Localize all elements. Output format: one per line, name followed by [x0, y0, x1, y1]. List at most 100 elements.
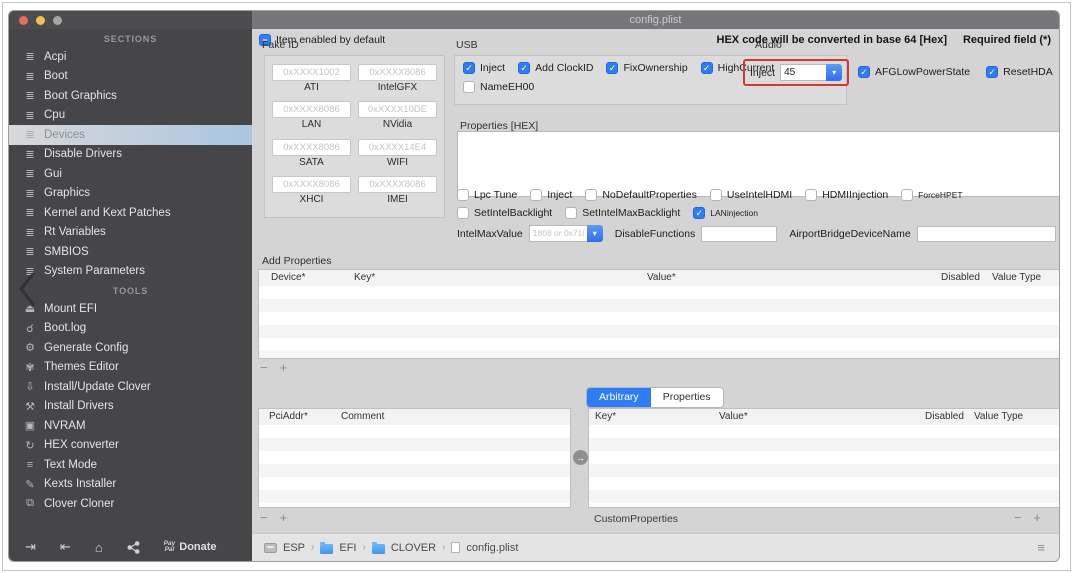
tool-item-generate-config[interactable]: ⚙ Generate Config — [9, 338, 252, 358]
table-body[interactable] — [259, 286, 1059, 358]
add-row-button[interactable]: + — [280, 361, 288, 374]
intelgfx-input[interactable] — [358, 64, 437, 81]
no-default-properties-checkbox[interactable]: NoDefaultProperties — [585, 189, 697, 201]
tool-item-themes-editor[interactable]: ✾ Themes Editor — [9, 358, 252, 378]
checkbox-label: Inject — [480, 62, 506, 74]
tool-item-install-update-clover[interactable]: ⇩ Install/Update Clover — [9, 377, 252, 397]
tool-item-install-drivers[interactable]: ⚒ Install Drivers — [9, 397, 252, 417]
minimize-window-button[interactable] — [36, 15, 45, 25]
sidebar-item-graphics[interactable]: ≣ Graphics — [9, 184, 252, 204]
field-label: IntelGFX — [377, 82, 418, 93]
breadcrumb-item-efi[interactable]: EFI — [339, 542, 356, 554]
add-clockid-checkbox[interactable]: Add ClockID — [518, 62, 593, 74]
hdmi-injection-checkbox[interactable]: HDMIInjection — [805, 189, 888, 201]
nvidia-input[interactable] — [358, 101, 437, 119]
lan-injection-checkbox[interactable]: LANinjection — [693, 207, 758, 219]
menu-icon[interactable]: ≡ — [1037, 540, 1045, 555]
device-inject-checkbox[interactable]: Inject — [530, 189, 572, 201]
add-properties-table[interactable]: Device* Key* Value* Disabled Value Type — [258, 269, 1059, 359]
checkbox-icon — [565, 207, 578, 219]
tool-item-boot-log[interactable]: ☌ Boot.log — [9, 319, 252, 339]
sidebar-item-disable-drivers[interactable]: ≣ Disable Drivers — [9, 145, 252, 165]
usb-inject-checkbox[interactable]: Inject — [463, 62, 505, 74]
fake-id-field-xhci: XHCI — [272, 175, 351, 209]
sidebar-item-acpi[interactable]: ≣ Acpi — [9, 47, 252, 67]
column-header: Disabled — [925, 411, 964, 422]
checkbox-icon — [700, 62, 713, 74]
sidebar-item-label: Devices — [44, 128, 85, 141]
sidebar-item-label: Boot — [44, 70, 68, 83]
lpc-tune-checkbox[interactable]: Lpc Tune — [457, 189, 517, 201]
tool-item-clover-cloner[interactable]: ⧉ Clover Cloner — [9, 494, 252, 514]
reset-hda-checkbox[interactable]: ResetHDA — [986, 66, 1053, 78]
sidebar-item-devices[interactable]: ≣ Devices — [9, 125, 252, 145]
intel-max-value-input[interactable] — [528, 225, 587, 242]
tool-item-mount-efi[interactable]: ⏏ Mount EFI — [9, 299, 252, 319]
breadcrumb-item-clover[interactable]: CLOVER — [391, 542, 436, 554]
tab-arbitrary[interactable]: Arbitrary — [587, 388, 651, 407]
set-intel-backlight-checkbox[interactable]: SetIntelBacklight — [457, 207, 552, 219]
sidebar-item-rt-variables[interactable]: ≣ Rt Variables — [9, 223, 252, 243]
home-icon[interactable]: ⌂ — [95, 540, 103, 555]
sidebar-item-smbios[interactable]: ≣ SMBIOS — [9, 242, 252, 262]
sidebar-item-label: SMBIOS — [44, 245, 89, 258]
remove-row-button[interactable]: − — [1014, 511, 1022, 524]
afg-low-power-state-checkbox[interactable]: AFGLowPowerState — [858, 66, 970, 78]
wifi-input[interactable] — [358, 138, 437, 156]
chevron-down-icon[interactable]: ▾ — [586, 225, 603, 242]
sidebar-item-kernel-and-kext-patches[interactable]: ≣ Kernel and Kext Patches — [9, 203, 252, 223]
use-intel-hdmi-checkbox[interactable]: UseIntelHDMI — [709, 189, 792, 201]
pciaddr-table[interactable]: PciAddr* Comment — [258, 408, 571, 508]
tool-item-text-mode[interactable]: ≡ Text Mode — [9, 455, 252, 475]
name-eh00-checkbox[interactable]: NameEH00 — [463, 81, 534, 93]
donate-label: Donate — [179, 541, 217, 553]
close-window-button[interactable] — [19, 15, 28, 25]
list-icon: ≣ — [25, 246, 35, 259]
fix-ownership-checkbox[interactable]: FixOwnership — [606, 62, 688, 74]
add-row-button[interactable]: + — [1033, 511, 1041, 524]
ati-input[interactable] — [272, 64, 351, 81]
sidebar-collapse-chevron-icon[interactable] — [18, 272, 36, 306]
tool-item-nvram[interactable]: ▣ NVRAM — [9, 416, 252, 436]
sidebar-item-gui[interactable]: ≣ Gui — [9, 164, 252, 184]
paypal-donate-button[interactable]: Pay Pal Donate — [164, 540, 217, 554]
chevron-down-icon[interactable]: ▾ — [826, 64, 843, 81]
lan-input[interactable] — [272, 101, 351, 119]
transfer-arrow-icon[interactable]: → — [573, 450, 588, 465]
remove-row-button[interactable]: − — [260, 511, 268, 524]
airport-bridge-device-name-input[interactable] — [916, 225, 1056, 242]
list-icon: ≣ — [25, 90, 35, 103]
open-config-icon[interactable]: ⇥ — [25, 539, 36, 555]
custom-properties-table[interactable]: Key* Value* Disabled Value Type — [588, 408, 1059, 508]
text-lines-icon: ≡ — [26, 458, 34, 471]
breadcrumb-item-config-plist[interactable]: config.plist — [466, 542, 518, 554]
sidebar: SECTIONS ≣ Acpi ≣ Boot ≣ Boot Graphics ≣ Cpu… — [9, 29, 252, 561]
breadcrumb-item-esp[interactable]: ESP — [283, 542, 305, 554]
sata-input[interactable] — [272, 138, 351, 156]
tool-item-label: Mount EFI — [44, 302, 98, 315]
share-icon[interactable] — [127, 540, 140, 554]
table-body[interactable] — [259, 425, 570, 507]
xhci-input[interactable] — [272, 175, 351, 193]
zoom-window-button[interactable] — [53, 15, 62, 25]
list-icon: ≣ — [25, 51, 35, 64]
sidebar-item-boot[interactable]: ≣ Boot — [9, 67, 252, 87]
tool-item-hex-converter[interactable]: ↻ HEX converter — [9, 436, 252, 456]
disable-functions-input[interactable] — [701, 225, 778, 242]
sidebar-item-cpu[interactable]: ≣ Cpu — [9, 106, 252, 126]
remove-row-button[interactable]: − — [260, 361, 268, 374]
properties-hex-textarea[interactable] — [457, 131, 1059, 197]
set-intel-max-backlight-checkbox[interactable]: SetIntelMaxBacklight — [565, 207, 680, 219]
add-row-button[interactable]: + — [280, 511, 288, 524]
table-body[interactable] — [589, 425, 1059, 507]
tab-properties[interactable]: Properties — [650, 388, 723, 407]
imei-input[interactable] — [358, 175, 437, 193]
sidebar-bottom-bar: ⇥ ⇤ ⌂ Pay Pal Donate — [9, 533, 252, 561]
audio-inject-input[interactable] — [780, 64, 827, 81]
force-hpet-checkbox[interactable]: ForceHPET — [901, 189, 963, 201]
tool-item-kexts-installer[interactable]: ✎ Kexts Installer — [9, 475, 252, 495]
sidebar-item-boot-graphics[interactable]: ≣ Boot Graphics — [9, 86, 252, 106]
titlebar-traffic-lights — [9, 11, 252, 29]
export-config-icon[interactable]: ⇤ — [60, 539, 71, 555]
sidebar-item-system-parameters[interactable]: ≣ System Parameters — [9, 262, 252, 282]
